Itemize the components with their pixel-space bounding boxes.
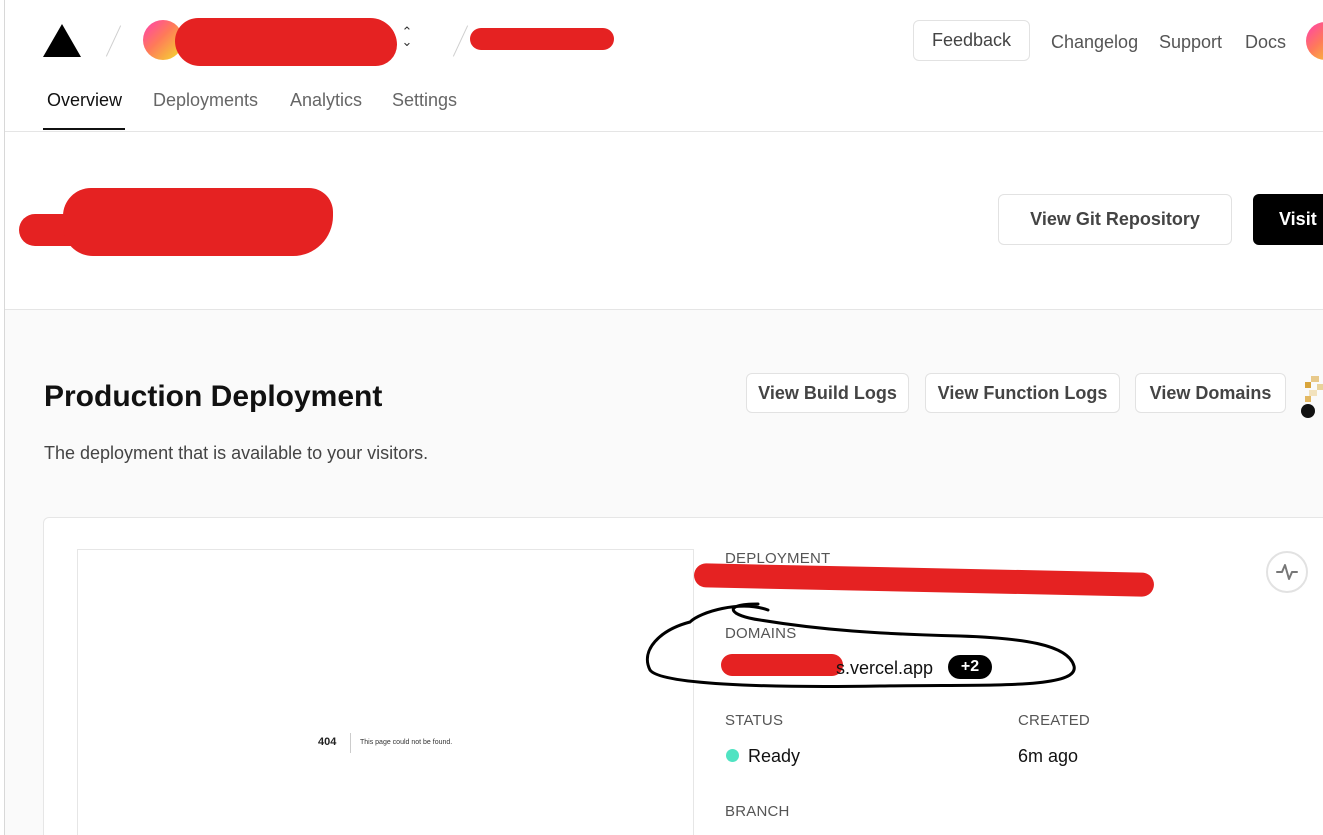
redacted-project-name bbox=[470, 28, 614, 50]
github-icon bbox=[1301, 404, 1315, 418]
view-function-logs-button[interactable]: View Function Logs bbox=[925, 373, 1120, 413]
deployment-card: 404 This page could not be found. DEPLOY… bbox=[43, 517, 1323, 835]
user-avatar[interactable] bbox=[1306, 22, 1323, 60]
view-build-logs-button[interactable]: View Build Logs bbox=[746, 373, 909, 413]
view-domains-button[interactable]: View Domains bbox=[1135, 373, 1286, 413]
breadcrumb-separator bbox=[452, 25, 469, 57]
vercel-logo-icon[interactable] bbox=[43, 24, 81, 57]
feedback-button[interactable]: Feedback bbox=[913, 20, 1030, 61]
preview-404-message: This page could not be found. bbox=[360, 739, 453, 746]
domain-link[interactable]: s.vercel.app bbox=[836, 658, 933, 679]
project-header: View Git Repository Visit bbox=[5, 132, 1323, 310]
preview-divider bbox=[350, 733, 351, 753]
committer-avatar bbox=[1305, 376, 1323, 406]
redacted-project-title bbox=[63, 188, 333, 256]
activity-pulse-icon[interactable] bbox=[1266, 551, 1308, 593]
ready-status-dot bbox=[726, 749, 739, 762]
redacted-team-name bbox=[175, 18, 397, 66]
branch-label: BRANCH bbox=[725, 803, 790, 820]
domains-label: DOMAINS bbox=[725, 625, 797, 642]
support-link[interactable]: Support bbox=[1159, 32, 1222, 53]
status-value: Ready bbox=[748, 746, 801, 766]
production-deployment-section: Production Deployment The deployment tha… bbox=[5, 310, 1323, 835]
redacted-deployment-url bbox=[693, 563, 1155, 597]
project-tabs: Overview Deployments Analytics Settings bbox=[5, 80, 1323, 132]
view-git-repository-button[interactable]: View Git Repository bbox=[998, 194, 1232, 245]
docs-link[interactable]: Docs bbox=[1245, 32, 1286, 53]
created-value: 6m ago bbox=[1018, 746, 1079, 766]
top-bar: ⌃ ⌄ Feedback Changelog Support Docs bbox=[5, 0, 1323, 80]
preview-404-code: 404 bbox=[318, 736, 337, 748]
redacted-domain bbox=[721, 654, 843, 676]
section-title: Production Deployment bbox=[44, 380, 383, 413]
created-label: CREATED bbox=[1018, 712, 1090, 729]
deployment-preview[interactable]: 404 This page could not be found. bbox=[77, 549, 694, 835]
tab-overview[interactable]: Overview bbox=[47, 90, 122, 111]
visit-button[interactable]: Visit bbox=[1253, 194, 1323, 245]
changelog-link[interactable]: Changelog bbox=[1051, 32, 1138, 53]
status-label: STATUS bbox=[725, 712, 784, 729]
tab-analytics[interactable]: Analytics bbox=[290, 90, 362, 111]
tab-settings[interactable]: Settings bbox=[392, 90, 457, 111]
section-subtitle: The deployment that is available to your… bbox=[44, 443, 429, 463]
breadcrumb-separator bbox=[105, 25, 122, 57]
active-tab-indicator bbox=[43, 128, 125, 130]
chevron-up-down-icon[interactable]: ⌃ ⌄ bbox=[401, 25, 413, 48]
more-domains-badge[interactable]: +2 bbox=[948, 655, 992, 679]
tab-deployments[interactable]: Deployments bbox=[153, 90, 258, 111]
